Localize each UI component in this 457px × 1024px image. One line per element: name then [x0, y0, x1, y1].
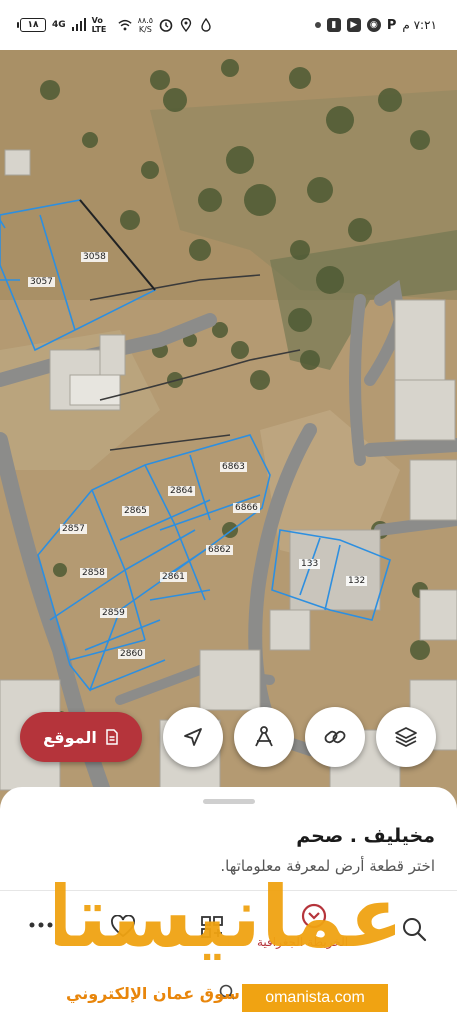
plot-label[interactable]: 3058	[81, 252, 108, 262]
signal-icon	[71, 18, 86, 31]
youtube-icon: ▶	[346, 18, 361, 32]
plot-label[interactable]: 6863	[220, 462, 247, 472]
plot-label[interactable]: 6862	[206, 545, 233, 555]
speed-value: ٨٨.٥	[137, 16, 154, 25]
watermark-logo: عمانيستا	[55, 868, 395, 966]
app-notification-icon: ▮	[326, 18, 341, 32]
alarm-icon	[159, 19, 173, 32]
plot-label[interactable]: 3057	[28, 277, 55, 287]
location-button-label: الموقع	[43, 727, 97, 747]
watermark-word: عمانيستا	[55, 868, 395, 966]
plot-label[interactable]: 6866	[233, 503, 260, 513]
status-bar: ١٨ 4G Vo LTE ٨٨.٥ K/S ▮ ▶ ◉ P ٧:٢١ م	[0, 0, 457, 50]
clock-time: ٧:٢١ م	[402, 18, 437, 32]
document-icon	[106, 729, 118, 745]
status-right: ▮ ▶ ◉ P ٧:٢١ م	[314, 17, 437, 33]
status-left: ١٨ 4G Vo LTE ٨٨.٥ K/S	[17, 16, 213, 34]
plot-label[interactable]: 2858	[80, 568, 107, 578]
plot-label[interactable]: 132	[346, 576, 368, 586]
battery-level: ١٨	[27, 20, 39, 30]
speed-unit: K/S	[138, 25, 152, 34]
network-type: 4G	[52, 19, 66, 30]
search-icon	[403, 918, 427, 942]
plot-label[interactable]: 2857	[60, 524, 87, 534]
measure-icon	[255, 726, 273, 747]
sheet-drag-handle[interactable]	[203, 799, 255, 804]
plot-label[interactable]: 2864	[168, 486, 195, 496]
plot-label[interactable]: 2861	[160, 572, 187, 582]
navigate-button[interactable]	[163, 707, 223, 767]
volte-label: Vo LTE	[91, 16, 107, 34]
map-canvas[interactable]	[0, 50, 457, 810]
plot-label[interactable]: 2860	[118, 649, 145, 659]
search-button[interactable]	[400, 915, 428, 947]
plot-label[interactable]: 2865	[122, 506, 149, 516]
whatsapp-icon: ◉	[366, 18, 381, 32]
notification-dot-icon	[314, 22, 321, 28]
location-button[interactable]: الموقع	[20, 712, 142, 762]
more-button[interactable]	[28, 915, 54, 934]
satellite-map[interactable]: 3058 3057 6863 2864 6866 2865 2857 6862 …	[0, 50, 457, 810]
wifi-icon	[118, 19, 132, 31]
water-drop-icon	[201, 18, 211, 32]
watermark-tagline: سوق عمان الإلكتروني	[66, 984, 240, 1003]
navigate-icon	[184, 728, 202, 746]
more-icon	[29, 922, 53, 928]
plot-label[interactable]: 133	[299, 559, 321, 569]
plot-label[interactable]: 2859	[100, 608, 127, 618]
link-button[interactable]	[305, 707, 365, 767]
parking-icon: P	[386, 17, 397, 33]
data-speed: ٨٨.٥ K/S	[138, 16, 153, 34]
layers-icon	[395, 727, 417, 748]
battery-icon: ١٨	[17, 18, 46, 32]
place-title: مخيليف . صحم	[296, 825, 435, 847]
measure-button[interactable]	[234, 707, 294, 767]
layers-button[interactable]	[376, 707, 436, 767]
location-pin-icon	[180, 18, 192, 32]
link-icon	[324, 730, 346, 744]
watermark-domain: omanista.com	[242, 984, 388, 1012]
